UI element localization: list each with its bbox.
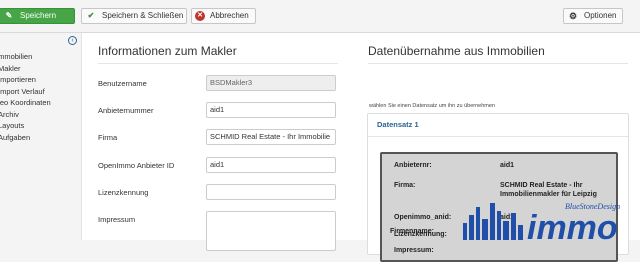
firma-field[interactable]: SCHMID Real Estate - Ihr Immobilie bbox=[206, 129, 336, 145]
card-openimmo-key: Openimmo_anid: bbox=[394, 214, 452, 221]
record-hint: wählen Sie einen Datensatz um ihn zu übe… bbox=[369, 103, 495, 109]
label-lizenzkennung: Lizenzkennung bbox=[98, 188, 149, 197]
sidebar-item-immobilien[interactable]: Immobilien bbox=[0, 51, 51, 63]
sidebar-item-geo-koordinaten[interactable]: Geo Koordinaten bbox=[0, 97, 51, 109]
options-label: Optionen bbox=[584, 11, 617, 20]
label-firma: Firma bbox=[98, 133, 118, 142]
card-firmenname-key: Firmenname: bbox=[390, 228, 434, 235]
edit-icon: ✎ bbox=[5, 11, 13, 20]
check-icon: ✔ bbox=[87, 11, 95, 20]
impressum-field[interactable] bbox=[206, 211, 336, 251]
cancel-label: Abbrechen bbox=[210, 11, 249, 20]
openimmo-anbieter-id-field[interactable]: aid1 bbox=[206, 157, 336, 173]
collapse-sidebar-icon[interactable]: ‹ bbox=[68, 36, 77, 45]
sidebar-item-importieren[interactable]: Importieren bbox=[0, 74, 51, 86]
gear-icon: ⚙ bbox=[568, 11, 578, 21]
anbieternummer-field[interactable]: aid1 bbox=[206, 102, 336, 118]
save-button[interactable]: ✎ Speichern bbox=[0, 8, 75, 24]
options-button[interactable]: ⚙ Optionen bbox=[563, 8, 623, 24]
label-openimmo-anbieter-id: OpenImmo Anbieter ID bbox=[98, 161, 175, 170]
sidebar-item-import-verlauf[interactable]: Import Verlauf bbox=[0, 86, 51, 98]
sidebar-menu: Immobilien Makler Importieren Import Ver… bbox=[0, 51, 51, 143]
record-link[interactable]: Datensatz 1 bbox=[368, 114, 628, 137]
label-impressum: Impressum bbox=[98, 215, 136, 224]
sidebar-item-makler[interactable]: Makler bbox=[0, 63, 51, 75]
lizenzkennung-field[interactable] bbox=[206, 184, 336, 200]
makler-info-title: Informationen zum Makler bbox=[98, 44, 237, 58]
save-and-close-button[interactable]: ✔ Speichern & Schließen bbox=[81, 8, 187, 24]
save-button-label: Speichern bbox=[20, 11, 57, 20]
card-anbieternr-key: Anbieternr: bbox=[394, 162, 432, 169]
sidebar-item-archiv[interactable]: Archiv bbox=[0, 109, 51, 121]
bluestone-logo: immo BlueStoneDesign bbox=[463, 202, 620, 240]
cancel-button[interactable]: ✕ Abbrechen bbox=[191, 8, 256, 24]
card-firma-key: Firma: bbox=[394, 182, 416, 189]
card-anbieternr-value: aid1 bbox=[500, 162, 515, 169]
cancel-icon: ✕ bbox=[195, 11, 205, 21]
datenuebernahme-title: Datenübernahme aus Immobilien bbox=[368, 44, 545, 58]
sidebar: ‹ Immobilien Makler Importieren Import V… bbox=[0, 33, 80, 240]
left-divider bbox=[98, 63, 338, 64]
benutzername-field: BSDMakler3 bbox=[206, 75, 336, 91]
save-and-close-label: Speichern & Schließen bbox=[102, 11, 184, 20]
sidebar-item-aufgaben[interactable]: Aufgaben bbox=[0, 132, 51, 144]
right-divider bbox=[368, 63, 628, 64]
label-anbieternummer: Anbieternummer bbox=[98, 106, 154, 115]
label-benutzername: Benutzername bbox=[98, 79, 147, 88]
logo-brand: BlueStoneDesign bbox=[565, 202, 620, 211]
logo-word: immo bbox=[527, 209, 618, 240]
card-impressum-key: Impressum: bbox=[394, 247, 434, 254]
sidebar-item-layouts[interactable]: Layouts bbox=[0, 120, 51, 132]
toolbar: ✎ Speichern ✔ Speichern & Schließen ✕ Ab… bbox=[0, 0, 640, 33]
